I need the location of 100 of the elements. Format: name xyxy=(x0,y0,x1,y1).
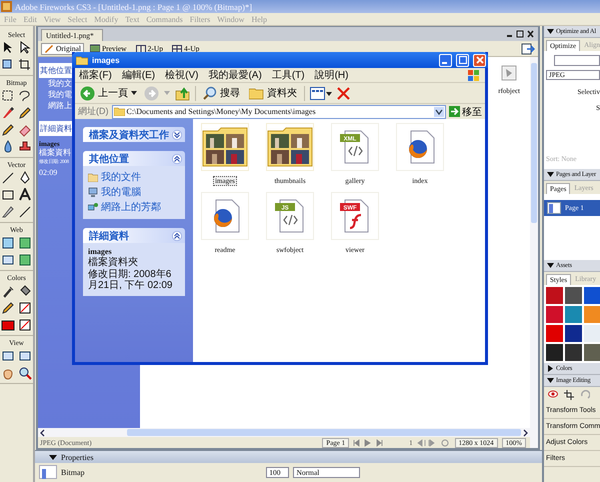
caret-icon xyxy=(131,91,137,95)
slice-icon[interactable] xyxy=(18,253,32,267)
collapse-triangle-icon[interactable] xyxy=(49,453,57,461)
style-swatch[interactable] xyxy=(565,325,582,342)
window-title: Adobe Fireworks CS3 - [Untitled-1.png : Page 1 @ 100% (Bitmap)*] xyxy=(15,2,252,12)
crop-icon[interactable] xyxy=(18,58,32,72)
hotspot-icon[interactable] xyxy=(1,236,15,250)
go-arrow-icon xyxy=(449,106,460,117)
eye-icon[interactable] xyxy=(548,390,558,398)
photo-folder-icon xyxy=(267,127,313,167)
folder-icon xyxy=(114,107,124,116)
up-folder-icon[interactable] xyxy=(175,86,190,100)
close-button[interactable] xyxy=(473,54,486,66)
pencil-icon[interactable] xyxy=(1,123,15,137)
style-swatch[interactable] xyxy=(546,287,563,304)
rectangle-icon[interactable] xyxy=(1,188,15,202)
minimize-button[interactable] xyxy=(439,54,452,66)
go-button[interactable]: 移至 xyxy=(449,104,482,118)
canvas-text: 02:09 xyxy=(39,168,58,178)
task-pane-header[interactable]: 詳細資料 xyxy=(83,228,185,243)
dropdown-arrow-icon[interactable] xyxy=(434,106,444,116)
object-type-label: Bitmap xyxy=(61,468,85,476)
menu-item[interactable]: 我的最愛(A) xyxy=(208,68,262,82)
menu-item[interactable]: 檢視(V) xyxy=(165,68,198,82)
address-field[interactable]: C:\Documents and Settings\Money\My Documents\images xyxy=(112,104,446,118)
scroll-right-icon[interactable] xyxy=(521,428,530,436)
vertical-scrollbar[interactable] xyxy=(530,57,538,448)
close-icon xyxy=(476,56,484,64)
maximize-icon xyxy=(458,56,466,64)
detail-modified: 修改日期: 2008年6月21日, 下午 02:09 xyxy=(88,269,174,291)
slice-icon[interactable] xyxy=(18,236,32,250)
app-icon xyxy=(1,1,12,12)
page-thumbnail-icon xyxy=(547,202,561,214)
knife-icon[interactable] xyxy=(1,205,15,219)
style-swatch[interactable] xyxy=(584,306,600,323)
view-icon xyxy=(44,44,54,53)
subselect-icon[interactable] xyxy=(18,41,32,55)
text-tool-icon[interactable] xyxy=(18,188,32,202)
photo-folder-icon xyxy=(202,127,248,167)
task-pane-link[interactable]: 我的電腦 xyxy=(101,185,141,199)
horizontal-scrollbar[interactable] xyxy=(38,428,530,437)
style-swatch[interactable] xyxy=(546,306,563,323)
brush-icon[interactable] xyxy=(1,106,15,120)
delete-icon[interactable] xyxy=(337,86,350,100)
screen-mode-icon[interactable] xyxy=(1,253,15,267)
style-swatch[interactable] xyxy=(546,325,563,342)
eyedropper-icon[interactable] xyxy=(1,284,15,298)
view-options-icon[interactable] xyxy=(310,86,332,100)
stroke-color-icon[interactable] xyxy=(18,318,32,332)
zoom-icon[interactable] xyxy=(18,366,32,380)
menu-item[interactable]: 工具(T) xyxy=(272,68,305,82)
search-icon xyxy=(203,86,217,100)
stroke-color-icon[interactable] xyxy=(18,301,32,315)
screen-mode-icon[interactable] xyxy=(18,349,32,363)
documents-folder-icon xyxy=(88,172,98,182)
folders-button[interactable]: 資料夾 xyxy=(247,86,299,100)
style-swatch[interactable] xyxy=(546,344,563,361)
file-icon xyxy=(501,65,518,81)
network-icon xyxy=(88,202,98,212)
eraser-icon[interactable] xyxy=(18,123,32,137)
marquee-icon[interactable] xyxy=(1,89,15,103)
folder-icon xyxy=(249,86,264,100)
back-button[interactable]: 上一頁 xyxy=(78,86,139,100)
screen-mode-icon[interactable] xyxy=(1,349,15,363)
task-pane-header[interactable]: 檔案及資料夾工作 xyxy=(83,127,185,142)
lasso-icon[interactable] xyxy=(18,89,32,103)
windows-logo-icon xyxy=(467,69,481,81)
panel-title: Properties xyxy=(61,452,94,462)
style-swatch[interactable] xyxy=(565,287,582,304)
style-swatch[interactable] xyxy=(584,287,600,304)
task-pane-header[interactable]: 其他位置 xyxy=(83,151,185,166)
style-swatch[interactable] xyxy=(565,344,582,361)
pencil-icon[interactable] xyxy=(1,301,15,315)
crop-icon[interactable] xyxy=(564,390,574,400)
line-icon[interactable] xyxy=(1,171,15,185)
detail-type: 檔案資料夾 xyxy=(88,257,139,268)
scroll-left-icon[interactable] xyxy=(38,428,47,436)
folder-icon xyxy=(76,55,88,65)
address-label: 網址(D) xyxy=(78,105,108,118)
canvas-text: 檔案資料 xyxy=(39,148,71,158)
export-icon[interactable] xyxy=(521,42,535,54)
pen-icon[interactable] xyxy=(18,171,32,185)
maximize-button[interactable] xyxy=(456,54,469,66)
detail-name: images xyxy=(88,247,113,256)
paint-bucket-icon[interactable] xyxy=(18,284,32,298)
menu-item[interactable]: 說明(H) xyxy=(314,68,348,82)
computer-icon xyxy=(88,187,98,197)
window-controls-icon[interactable] xyxy=(506,30,534,38)
bitmap-thumbnail-icon xyxy=(39,465,57,479)
task-pane-link[interactable]: 我的文件 xyxy=(101,170,141,184)
task-pane-link[interactable]: 網路上的芳鄰 xyxy=(101,200,161,214)
view-icon xyxy=(136,44,146,53)
fill-color-icon[interactable] xyxy=(1,318,15,332)
pencil-icon[interactable] xyxy=(18,106,32,120)
style-swatch[interactable] xyxy=(565,306,582,323)
line-icon[interactable] xyxy=(18,205,32,219)
preset-field[interactable] xyxy=(554,55,600,66)
window-title: images xyxy=(92,56,120,64)
style-swatch[interactable] xyxy=(584,344,600,361)
search-button[interactable]: 搜尋 xyxy=(201,86,242,100)
